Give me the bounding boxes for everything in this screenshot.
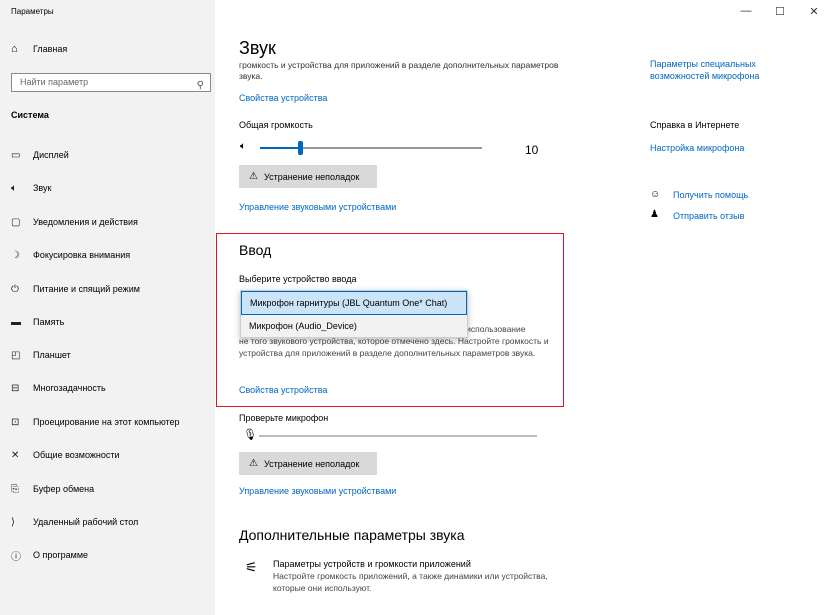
sidebar-item-storage[interactable]: ▬ Память bbox=[11, 313, 211, 331]
home-icon: ⌂ bbox=[11, 43, 18, 55]
sidebar-item-label: Проецирование на этот компьютер bbox=[33, 417, 180, 427]
remote-desktop-icon: ⟩ bbox=[11, 516, 15, 528]
sidebar-item-shared[interactable]: ✕ Общие возможности bbox=[11, 446, 211, 464]
help-icon: ☺ bbox=[650, 189, 661, 200]
shared-icon: ✕ bbox=[11, 449, 20, 461]
tablet-icon: ◰ bbox=[11, 349, 21, 361]
input-option-jbl[interactable]: Микрофон гарнитуры (JBL Quantum One* Cha… bbox=[241, 291, 467, 315]
sidebar-item-multitasking[interactable]: ⊟ Многозадачность bbox=[11, 379, 211, 397]
clipboard-icon: ⎘ bbox=[11, 483, 19, 495]
sidebar-item-label: Звук bbox=[33, 183, 52, 193]
sidebar-item-label: Удаленный рабочий стол bbox=[33, 517, 139, 527]
speaker-icon: 🔈︎ bbox=[11, 182, 17, 194]
window-title: Параметры bbox=[11, 7, 54, 16]
sidebar-item-label: Фокусировка внимания bbox=[33, 250, 131, 260]
app-volume-description: Настройте громкость приложений, а также … bbox=[273, 571, 548, 593]
mic-setup-link[interactable]: Настройка микрофона bbox=[650, 143, 744, 153]
help-heading: Справка в Интернете bbox=[650, 120, 740, 130]
sidebar-item-clipboard[interactable]: ⎘ Буфер обмена bbox=[11, 480, 211, 498]
sidebar-item-label: Общие возможности bbox=[33, 450, 120, 460]
page-title: Звук bbox=[239, 38, 276, 58]
maximize-button[interactable]: ☐ bbox=[763, 0, 797, 22]
output-description: громкость и устройства для приложений в … bbox=[239, 60, 559, 81]
troubleshoot-button[interactable]: ⚠ Устранение неполадок bbox=[239, 165, 377, 188]
mic-test-label: Проверьте микрофон bbox=[239, 413, 329, 423]
advanced-heading: Дополнительные параметры звука bbox=[239, 527, 465, 543]
multitasking-icon: ⊟ bbox=[11, 382, 20, 394]
sidebar-section-header: Система bbox=[11, 110, 49, 120]
sidebar-item-sound[interactable]: 🔈︎ Звук bbox=[11, 179, 211, 197]
sidebar-item-label: Память bbox=[33, 317, 65, 327]
sidebar-item-label: Многозадачность bbox=[33, 383, 106, 393]
notifications-icon: ▢ bbox=[11, 216, 21, 228]
mic-accessibility-link[interactable]: Параметры специальных возможностей микро… bbox=[650, 58, 815, 82]
sidebar-item-label: Дисплей bbox=[33, 150, 69, 160]
sidebar-item-tablet[interactable]: ◰ Планшет bbox=[11, 346, 211, 364]
mic-level-bar bbox=[259, 435, 537, 437]
manage-sound-devices-link[interactable]: Управление звуковыми устройствами bbox=[239, 202, 396, 212]
sidebar-item-label: О программе bbox=[33, 550, 89, 560]
window-controls: — ☐ ✕ bbox=[729, 0, 831, 22]
app-volume-title[interactable]: Параметры устройств и громкости приложен… bbox=[273, 559, 471, 569]
send-feedback-link[interactable]: Отправить отзыв bbox=[673, 211, 744, 221]
sidebar: Параметры ⌂ Главная Найти параметр ⚲ Сис… bbox=[0, 0, 215, 615]
info-icon: ⓘ bbox=[11, 551, 21, 563]
storage-icon: ▬ bbox=[11, 316, 21, 328]
sidebar-item-power[interactable]: ⏻ Питание и спящий режим bbox=[11, 280, 211, 298]
sidebar-item-remote-desktop[interactable]: ⟩ Удаленный рабочий стол bbox=[11, 513, 211, 531]
sidebar-item-label: Питание и спящий режим bbox=[33, 284, 140, 294]
projection-icon: ⊡ bbox=[11, 416, 20, 428]
sidebar-item-label: Буфер обмена bbox=[33, 484, 95, 494]
troubleshoot-button-2[interactable]: ⚠ Устранение неполадок bbox=[239, 452, 377, 475]
sidebar-item-label: Планшет bbox=[33, 350, 71, 360]
volume-slider-thumb[interactable] bbox=[298, 141, 303, 155]
sidebar-item-display[interactable]: ▭ Дисплей bbox=[11, 146, 211, 164]
volume-value: 10 bbox=[525, 143, 539, 157]
manage-sound-devices-link-2[interactable]: Управление звуковыми устройствами bbox=[239, 486, 396, 496]
search-icon: ⚲ bbox=[196, 80, 204, 91]
output-device-properties-link[interactable]: Свойства устройства bbox=[239, 93, 327, 103]
sidebar-item-notifications[interactable]: ▢ Уведомления и действия bbox=[11, 213, 211, 231]
home-label: Главная bbox=[33, 44, 68, 54]
sidebar-item-about[interactable]: ⓘ О программе bbox=[11, 546, 211, 564]
sidebar-item-label: Уведомления и действия bbox=[33, 217, 138, 227]
feedback-icon: ♟ bbox=[650, 209, 659, 220]
close-button[interactable]: ✕ bbox=[797, 0, 831, 22]
home-nav-item[interactable]: ⌂ Главная bbox=[11, 43, 67, 55]
input-device-dropdown[interactable]: Микрофон гарнитуры (JBL Quantum One* Cha… bbox=[240, 290, 468, 338]
troubleshoot-label: Устранение неполадок bbox=[263, 171, 360, 182]
volume-speaker-icon[interactable]: 🔈︎ bbox=[240, 141, 246, 152]
sliders-icon: ⚟ bbox=[245, 559, 258, 575]
power-icon: ⏻ bbox=[11, 283, 19, 295]
input-option-audio-device[interactable]: Микрофон (Audio_Device) bbox=[241, 315, 467, 337]
search-placeholder: Найти параметр bbox=[20, 77, 89, 87]
warning-icon: ⚠ bbox=[249, 171, 258, 182]
sidebar-item-focus[interactable]: ☽ Фокусировка внимания bbox=[11, 246, 211, 264]
warning-icon: ⚠ bbox=[249, 458, 258, 469]
minimize-button[interactable]: — bbox=[729, 0, 763, 22]
sidebar-item-projection[interactable]: ⊡ Проецирование на этот компьютер bbox=[11, 413, 211, 431]
troubleshoot-label: Устранение неполадок bbox=[263, 458, 360, 469]
volume-label: Общая громкость bbox=[239, 120, 313, 130]
get-help-link[interactable]: Получить помощь bbox=[673, 190, 748, 200]
microphone-icon: 🎙︎ bbox=[243, 429, 257, 441]
search-input[interactable]: Найти параметр ⚲ bbox=[11, 73, 211, 92]
display-icon: ▭ bbox=[11, 149, 21, 161]
moon-icon: ☽ bbox=[11, 249, 20, 261]
volume-slider-fill bbox=[260, 147, 300, 149]
